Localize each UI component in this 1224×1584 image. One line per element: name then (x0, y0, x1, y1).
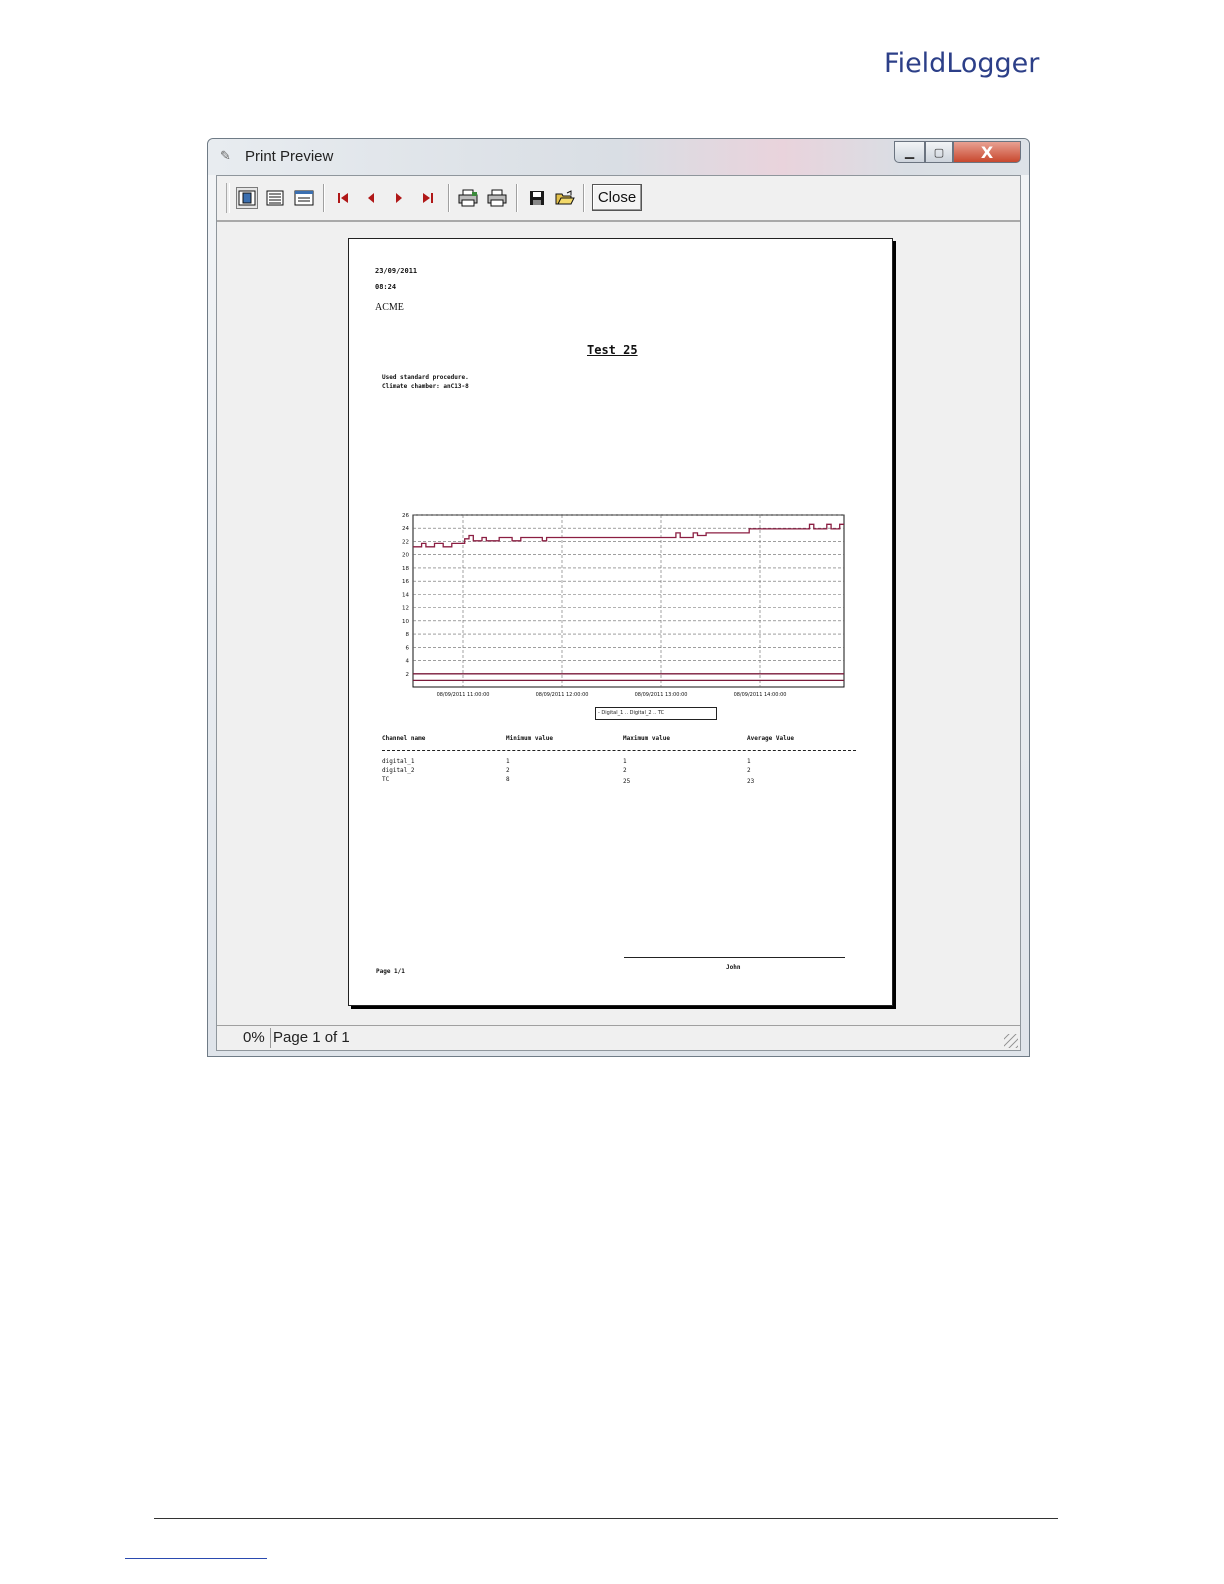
print-setup-button[interactable] (457, 187, 479, 209)
maximize-icon: ▢ (933, 145, 945, 159)
report-description-line-1: Used standard procedure. (382, 374, 469, 381)
page-width-button[interactable] (264, 187, 286, 209)
y-tick-label: 18 (402, 566, 409, 572)
table-cell: 2 (623, 767, 627, 774)
table-rule (382, 750, 856, 751)
page-footer-link-underline (125, 1558, 267, 1559)
toolbar-separator (323, 184, 325, 212)
table-cell: digital_2 (382, 767, 415, 774)
y-tick-label: 22 (402, 539, 409, 545)
y-tick-label: 12 (402, 606, 409, 612)
table-cell: 23 (747, 778, 755, 785)
y-tick-label: 8 (406, 632, 410, 638)
y-tick-label: 4 (406, 659, 410, 665)
page-width-icon (266, 190, 284, 206)
y-tick-label: 14 (402, 592, 409, 598)
fieldlogger-logo: FieldLogger (884, 48, 1040, 79)
y-tick-label: 2 (406, 672, 410, 678)
status-bar: 0% Page 1 of 1 (217, 1025, 1020, 1050)
next-page-button[interactable] (388, 187, 410, 209)
y-tick-label: 6 (406, 645, 410, 651)
resize-grip[interactable] (1004, 1034, 1018, 1048)
status-divider (270, 1028, 271, 1048)
zoom-button[interactable] (293, 187, 315, 209)
x-tick-label: 08/09/2011 12:00:00 (536, 692, 589, 698)
table-header-minimum: Minimum value (506, 735, 553, 742)
table-cell: 2 (506, 767, 510, 774)
status-progress: 0% (243, 1029, 265, 1046)
open-icon (555, 190, 575, 205)
status-page: Page 1 of 1 (273, 1029, 350, 1046)
y-tick-label: 20 (402, 553, 409, 559)
last-page-icon (423, 193, 433, 203)
y-tick-label: 24 (402, 526, 409, 532)
last-page-button[interactable] (417, 187, 439, 209)
toolbar-separator (583, 184, 585, 212)
window-close-button[interactable]: X (953, 141, 1021, 163)
y-tick-label: 16 (402, 579, 409, 585)
x-tick-label: 08/09/2011 11:00:00 (437, 692, 490, 698)
table-header-channel: Channel name (382, 735, 426, 742)
toolbar-grip[interactable] (226, 183, 230, 213)
close-icon: X (980, 142, 994, 162)
report-chart: 26 24 22 20 18 16 14 12 10 8 6 4 2 08/09/2011 11:00:0… (402, 513, 845, 698)
table-cell: 1 (747, 758, 751, 765)
print-icon (487, 189, 507, 207)
close-label: Close (597, 189, 637, 206)
report-page-number: Page 1/1 (376, 968, 405, 975)
table-header-average: Average Value (747, 735, 794, 742)
print-preview-window: ✎ Print Preview ▁ ▢ X Close 23/09/2011 0… (207, 138, 1030, 1057)
previous-page-button[interactable] (360, 187, 382, 209)
y-tick-label: 10 (402, 619, 409, 625)
window-client-area: Close 23/09/2011 08:24 ACME Test 25 Used… (216, 175, 1021, 1051)
report-description-line-2: Climate chamber: anC13-8 (382, 383, 469, 390)
maximize-button[interactable]: ▢ (925, 141, 953, 163)
previous-page-icon (368, 193, 374, 203)
table-cell: TC (382, 776, 390, 783)
zoom-icon (294, 190, 314, 206)
open-button[interactable] (554, 187, 576, 209)
y-tick-label: 26 (402, 513, 409, 519)
report-page: 23/09/2011 08:24 ACME Test 25 Used stand… (348, 238, 893, 1006)
report-time: 08:24 (375, 283, 397, 291)
save-button[interactable] (526, 187, 548, 209)
chart-legend: - Digital_1 .. Digital_2 .. TC (595, 707, 717, 720)
table-cell: 1 (623, 758, 627, 765)
x-tick-label: 08/09/2011 13:00:00 (635, 692, 688, 698)
report-company: ACME (375, 302, 404, 313)
first-page-icon (338, 193, 348, 203)
preview-area[interactable]: 23/09/2011 08:24 ACME Test 25 Used stand… (217, 222, 1020, 1021)
minimize-button[interactable]: ▁ (894, 141, 925, 163)
toolbar-separator (516, 184, 518, 212)
one-page-icon (238, 190, 256, 206)
table-cell: 8 (506, 776, 510, 783)
table-cell: 25 (623, 778, 631, 785)
print-setup-icon (458, 189, 478, 207)
title-bar[interactable]: ✎ Print Preview ▁ ▢ X (208, 139, 1029, 175)
toolbar-separator (448, 184, 450, 212)
next-page-icon (396, 193, 402, 203)
save-icon (530, 191, 544, 205)
page-footer-rule (154, 1518, 1058, 1519)
one-page-button[interactable] (236, 187, 258, 209)
table-cell: 1 (506, 758, 510, 765)
table-cell: digital_1 (382, 758, 415, 765)
minimize-icon: ▁ (904, 145, 915, 159)
x-tick-label: 08/09/2011 14:00:00 (734, 692, 787, 698)
report-date: 23/09/2011 (375, 267, 418, 275)
close-preview-button[interactable]: Close (592, 184, 642, 211)
table-cell: 2 (747, 767, 751, 774)
table-header-maximum: Maximum value (623, 735, 670, 742)
toolbar: Close (217, 176, 1020, 222)
print-button[interactable] (486, 187, 508, 209)
report-title: Test 25 (587, 343, 638, 357)
signature-line (624, 957, 845, 958)
window-title: Print Preview (245, 148, 334, 165)
print-preview-app-icon: ✎ (220, 149, 231, 164)
first-page-button[interactable] (332, 187, 354, 209)
signature-name: John (726, 964, 741, 971)
